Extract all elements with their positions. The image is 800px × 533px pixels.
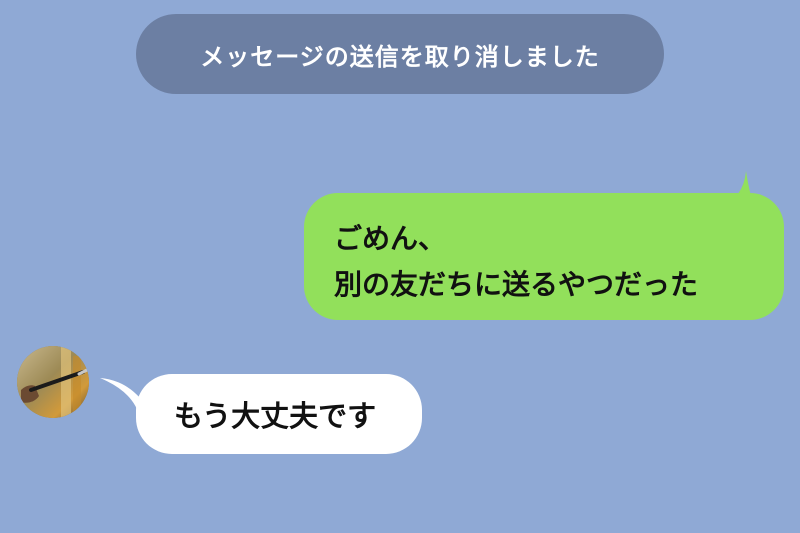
- avatar-image: [17, 346, 89, 418]
- outgoing-message-bubble[interactable]: ごめん、 別の友だちに送るやつだった: [304, 171, 784, 320]
- avatar[interactable]: [17, 346, 89, 418]
- outgoing-message-line: ごめん、: [334, 222, 447, 255]
- unsent-notice-text: メッセージの送信を取り消しました: [200, 42, 600, 71]
- incoming-message-bubble[interactable]: もう大丈夫です: [100, 374, 422, 454]
- bubble-tail-icon: [100, 378, 160, 418]
- unsent-notice: メッセージの送信を取り消しました: [136, 14, 664, 94]
- bubble-tail-icon: [718, 171, 756, 211]
- chat-area[interactable]: メッセージの送信を取り消しました ごめん、 別の友だちに送るやつだった もう大丈…: [0, 0, 800, 533]
- incoming-message-text: もう大丈夫です: [174, 399, 377, 433]
- outgoing-message-line: 別の友だちに送るやつだった: [334, 268, 699, 301]
